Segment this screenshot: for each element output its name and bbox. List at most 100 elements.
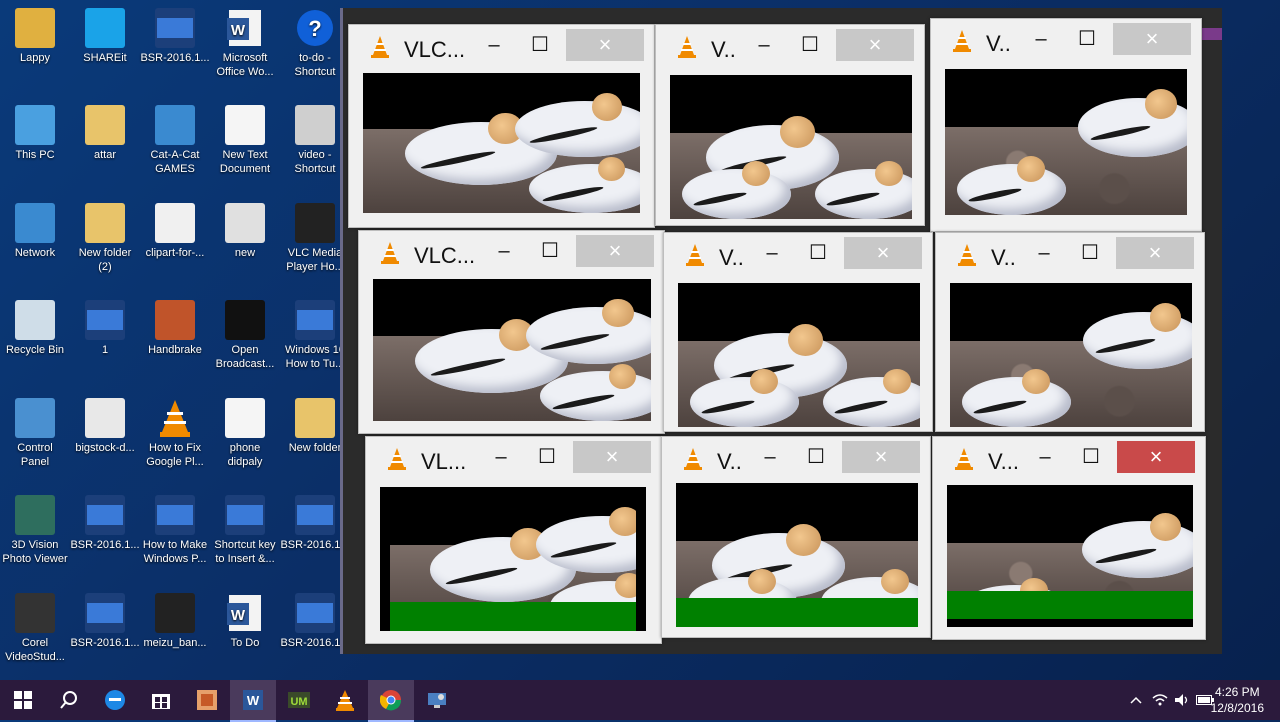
- tray-chevron[interactable]: [1126, 680, 1146, 720]
- vlc-window[interactable]: V.. – ☐ ×: [935, 232, 1205, 432]
- close-button[interactable]: ×: [836, 29, 914, 61]
- video-frame[interactable]: [373, 279, 651, 421]
- maximize-button[interactable]: ☐: [527, 441, 567, 473]
- taskbar-word[interactable]: W: [230, 680, 276, 722]
- desktop-icon[interactable]: new: [210, 203, 280, 260]
- close-button[interactable]: ×: [573, 441, 651, 473]
- close-button[interactable]: ×: [576, 235, 654, 267]
- taskbar-chrome[interactable]: [368, 680, 414, 722]
- minimize-button[interactable]: –: [744, 29, 784, 61]
- minimize-button[interactable]: –: [1021, 23, 1061, 55]
- maximize-button[interactable]: ☐: [1067, 23, 1107, 55]
- desktop-icon[interactable]: Recycle Bin: [0, 300, 70, 357]
- vlc-window[interactable]: V.. – ☐ ×: [663, 232, 933, 432]
- vlc-window[interactable]: VLC... – ☐ ×: [348, 24, 655, 228]
- minimize-button[interactable]: –: [484, 235, 524, 267]
- desktop-icon[interactable]: Shortcut key to Insert &...: [210, 495, 280, 566]
- maximize-button[interactable]: ☐: [798, 237, 838, 269]
- desktop-icon[interactable]: Control Panel: [0, 398, 70, 469]
- minimize-button[interactable]: –: [1024, 237, 1064, 269]
- title-bar[interactable]: VLC... – ☐ ×: [359, 231, 664, 275]
- title-bar[interactable]: V... – ☐ ×: [933, 437, 1205, 481]
- close-button[interactable]: ×: [1113, 23, 1191, 55]
- taskbar-camtasia[interactable]: UM: [276, 680, 322, 720]
- desktop-icon[interactable]: SHAREit: [70, 8, 140, 65]
- desktop-icon[interactable]: BSR-2016.1...: [70, 495, 140, 552]
- video-frame[interactable]: [380, 487, 646, 631]
- taskbar-remote-app[interactable]: [414, 680, 460, 720]
- folder-icon: [295, 398, 335, 438]
- vlc-window[interactable]: VLC... – ☐ ×: [358, 230, 665, 434]
- close-button[interactable]: ×: [566, 29, 644, 61]
- taskbar-powerpoint[interactable]: [184, 680, 230, 720]
- vlc-window[interactable]: VL... – ☐ ×: [365, 436, 662, 644]
- title-bar[interactable]: VL... – ☐ ×: [366, 437, 661, 481]
- desktop-icon[interactable]: bigstock-d...: [70, 398, 140, 455]
- maximize-button[interactable]: ☐: [1070, 237, 1110, 269]
- minimize-button[interactable]: –: [752, 237, 792, 269]
- maximize-button[interactable]: ☐: [520, 29, 560, 61]
- close-button[interactable]: ×: [844, 237, 922, 269]
- video-frame[interactable]: [676, 483, 918, 627]
- desktop-icon[interactable]: BSR-2016.1...: [140, 8, 210, 65]
- maximize-button[interactable]: ☐: [790, 29, 830, 61]
- minimize-button[interactable]: –: [474, 29, 514, 61]
- vlc-window[interactable]: V... – ☐ ×: [932, 436, 1206, 640]
- desktop-icon[interactable]: New Text Document: [210, 105, 280, 176]
- desktop-icon[interactable]: Corel VideoStud...: [0, 593, 70, 664]
- desktop-icon[interactable]: clipart-for-...: [140, 203, 210, 260]
- desktop-icon[interactable]: W To Do: [210, 593, 280, 650]
- maximize-button[interactable]: ☐: [1071, 441, 1111, 473]
- desktop-icon[interactable]: meizu_ban...: [140, 593, 210, 650]
- taskbar-store[interactable]: [138, 680, 184, 720]
- taskbar-edge[interactable]: [92, 680, 138, 720]
- minimize-button[interactable]: –: [481, 441, 521, 473]
- desktop-icon[interactable]: Open Broadcast...: [210, 300, 280, 371]
- desktop-icon[interactable]: Cat-A-Cat GAMES: [140, 105, 210, 176]
- close-button[interactable]: ×: [1116, 237, 1194, 269]
- minimize-button[interactable]: –: [750, 441, 790, 473]
- video-frame[interactable]: [950, 283, 1192, 427]
- desktop-icon[interactable]: BSR-2016.1...: [70, 593, 140, 650]
- video-frame[interactable]: [678, 283, 920, 427]
- search-button[interactable]: [46, 680, 92, 720]
- title-bar[interactable]: V.. – ☐ ×: [662, 437, 930, 481]
- desktop-icon[interactable]: How to Fix Google Pl...: [140, 398, 210, 469]
- desktop-icon[interactable]: How to Make Windows P...: [140, 495, 210, 566]
- maximize-button[interactable]: ☐: [796, 441, 836, 473]
- minimize-button[interactable]: –: [1025, 441, 1065, 473]
- desktop-icon[interactable]: Handbrake: [140, 300, 210, 357]
- close-button[interactable]: ×: [1117, 441, 1195, 473]
- video-frame[interactable]: [947, 485, 1193, 627]
- vlc-shortcut-icon: [295, 203, 335, 243]
- vlc-window[interactable]: V.. – ☐ ×: [661, 436, 931, 638]
- desktop-icon[interactable]: phone didpaly: [210, 398, 280, 469]
- start-button[interactable]: [0, 680, 46, 720]
- system-clock[interactable]: 4:26 PM 12/8/2016: [1211, 684, 1264, 716]
- clock-time: 4:26 PM: [1214, 685, 1260, 699]
- tray-volume[interactable]: [1172, 680, 1192, 720]
- desktop-icon[interactable]: Network: [0, 203, 70, 260]
- taskbar-vlc[interactable]: [322, 680, 368, 720]
- close-button[interactable]: ×: [842, 441, 920, 473]
- video-frame[interactable]: [945, 69, 1187, 215]
- title-bar[interactable]: V.. – ☐ ×: [656, 25, 924, 69]
- title-bar[interactable]: V.. – ☐ ×: [664, 233, 932, 277]
- vlc-window[interactable]: V.. – ☐ ×: [655, 24, 925, 226]
- desktop-icon[interactable]: attar: [70, 105, 140, 162]
- desktop-icon[interactable]: Lappy: [0, 8, 70, 65]
- title-bar[interactable]: VLC... – ☐ ×: [349, 25, 654, 69]
- maximize-button[interactable]: ☐: [530, 235, 570, 267]
- desktop-icon[interactable]: W Microsoft Office Wo...: [210, 8, 280, 79]
- tray-network[interactable]: [1150, 680, 1170, 720]
- video-frame[interactable]: [670, 75, 912, 219]
- desktop-icon[interactable]: New folder (2): [70, 203, 140, 274]
- vlc-window[interactable]: V.. – ☐ ×: [930, 18, 1202, 232]
- title-bar[interactable]: V.. – ☐ ×: [931, 19, 1201, 63]
- title-bar[interactable]: V.. – ☐ ×: [936, 233, 1204, 277]
- desktop-icon[interactable]: 3D Vision Photo Viewer: [0, 495, 70, 566]
- powerpoint-icon: [197, 690, 217, 710]
- desktop-icon[interactable]: This PC: [0, 105, 70, 162]
- desktop-icon[interactable]: 1: [70, 300, 140, 357]
- video-frame[interactable]: [363, 73, 640, 213]
